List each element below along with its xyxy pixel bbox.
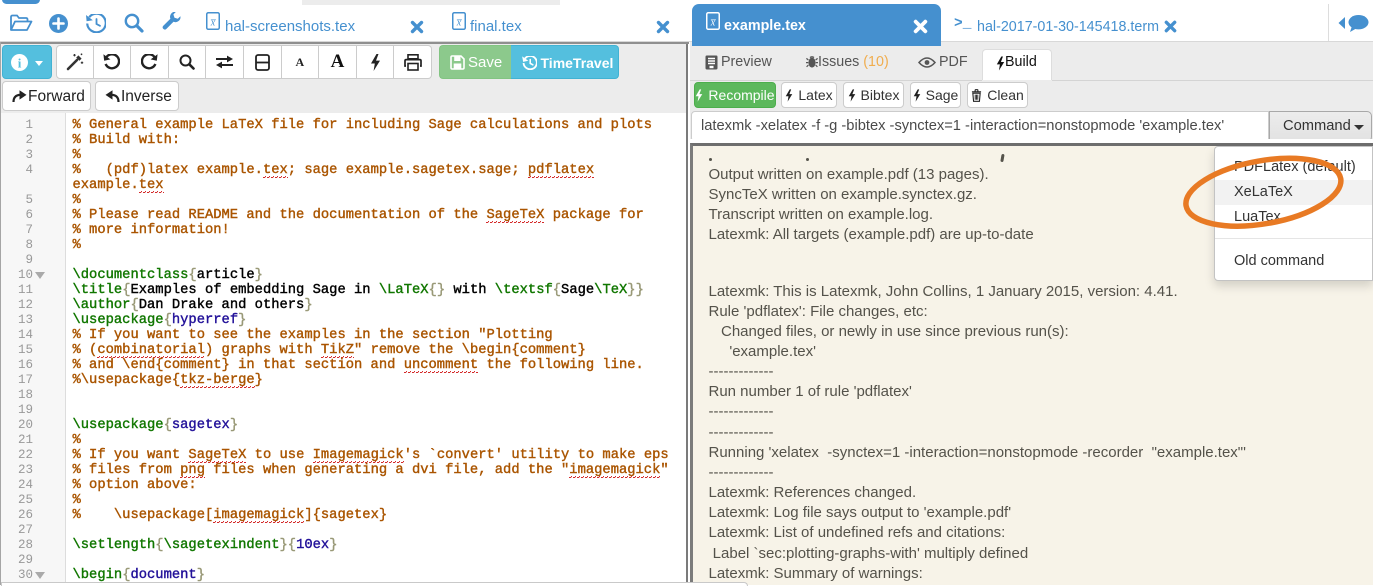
svg-text:x̅: x̅ xyxy=(456,18,463,29)
svg-text:x̅: x̅ xyxy=(210,18,217,29)
svg-text:i: i xyxy=(18,56,22,71)
svg-text:x̅: x̅ xyxy=(710,18,717,29)
